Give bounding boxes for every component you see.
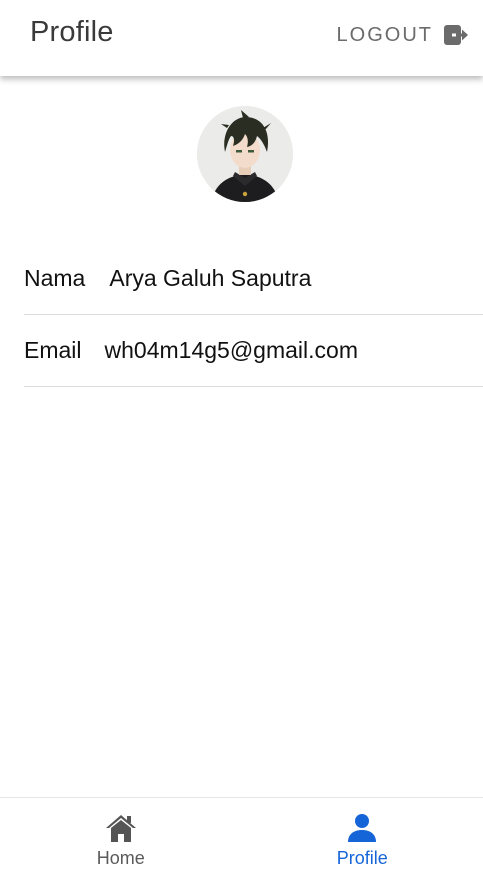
top-app-bar: Profile LOGOUT [0,0,483,76]
home-icon [105,812,137,844]
page-title: Profile [30,16,114,48]
field-label-nama: Nama [24,265,86,291]
logout-label: LOGOUT [336,23,433,46]
info-row-email: Email wh04m14g5@gmail.com [24,315,483,387]
field-label-email: Email [24,337,82,363]
nav-label-home: Home [96,848,145,868]
field-value-email: wh04m14g5@gmail.com [104,337,358,363]
nav-item-home[interactable]: Home [0,798,242,875]
nav-item-profile[interactable]: Profile [242,798,483,875]
profile-info-list: Nama Arya Galuh Saputra Email wh04m14g5@… [24,243,483,387]
avatar [197,106,293,202]
app-root: Profile LOGOUT Nama Arya Galuh Saputra E… [0,0,483,875]
nav-label-profile: Profile [336,848,388,868]
info-row-nama: Nama Arya Galuh Saputra [24,243,483,315]
person-icon [347,812,377,844]
logout-button[interactable]: LOGOUT [337,20,469,50]
field-value-nama: Arya Galuh Saputra [109,265,312,291]
logout-icon [443,24,469,46]
bottom-navigation: Home Profile [0,797,483,875]
